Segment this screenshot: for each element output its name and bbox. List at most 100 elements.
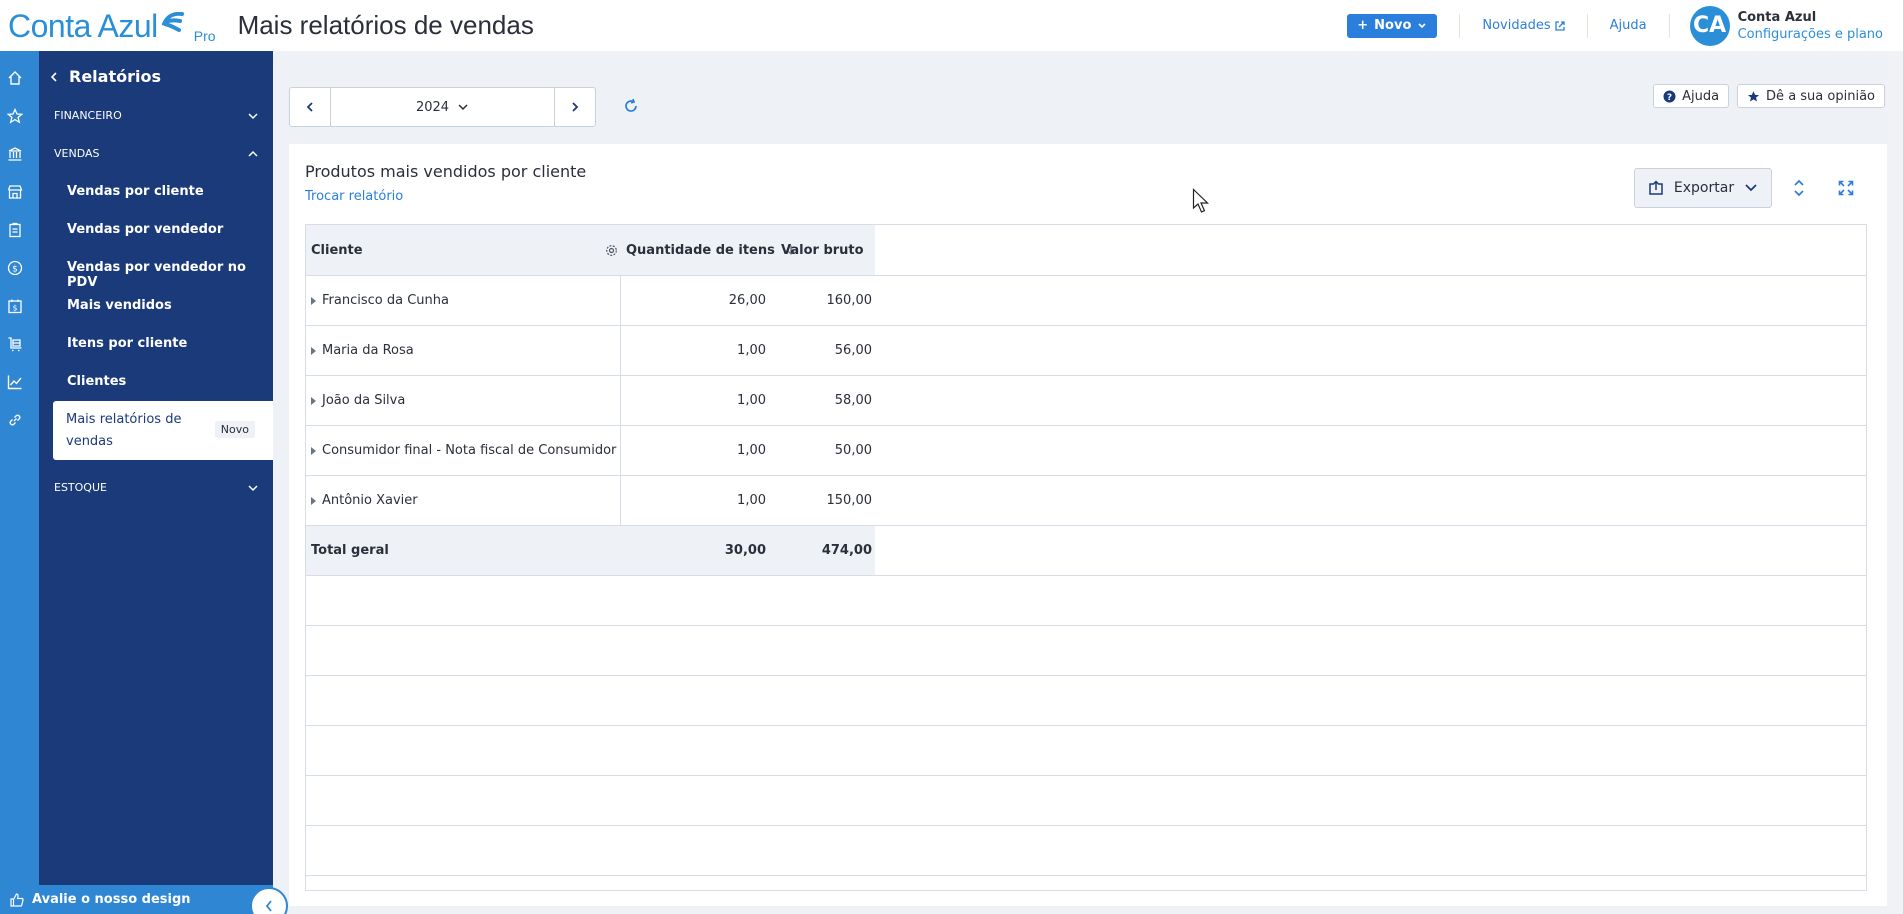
empty-row	[306, 825, 1866, 875]
section-vendas-label: VENDAS	[54, 147, 100, 160]
client-name: Francisco da Cunha	[322, 293, 449, 308]
menu-item-itens-por-cliente[interactable]: Itens por cliente	[67, 336, 187, 351]
column-settings-icon[interactable]	[605, 225, 618, 275]
bank-icon[interactable]	[6, 145, 24, 163]
user-name: Conta Azul	[1737, 9, 1817, 25]
section-vendas[interactable]: VENDAS	[54, 147, 259, 160]
column-header-gross[interactable]: Valor bruto	[781, 225, 864, 275]
help-button[interactable]: ? Ajuda	[1653, 84, 1730, 108]
new-button[interactable]: + Novo	[1347, 13, 1438, 38]
star-icon[interactable]	[6, 107, 24, 125]
expand-row-icon[interactable]	[311, 396, 316, 405]
chevron-down-icon	[248, 112, 258, 119]
clipboard-icon[interactable]	[6, 221, 24, 239]
plus-icon: +	[1357, 18, 1369, 33]
home-icon[interactable]	[6, 69, 24, 87]
empty-row	[306, 675, 1866, 725]
chevron-left-icon	[265, 900, 272, 912]
client-name: Consumidor final - Nota fiscal de Consum…	[322, 443, 617, 458]
section-estoque[interactable]: ESTOQUE	[54, 481, 259, 494]
menu-item-vendas-por-vendedor[interactable]: Vendas por vendedor	[67, 222, 223, 237]
chevron-right-icon	[572, 102, 579, 112]
fullscreen-button[interactable]	[1836, 178, 1856, 198]
previous-period-button[interactable]	[290, 88, 330, 126]
menu-item-vendas-por-cliente[interactable]: Vendas por cliente	[67, 184, 204, 199]
help-link-label: Ajuda	[1609, 18, 1647, 33]
user-settings-link[interactable]: Configurações e plano	[1738, 27, 1883, 42]
rate-design-button[interactable]: Avalie o nosso design	[0, 885, 273, 914]
link-icon[interactable]	[6, 411, 24, 429]
chevron-down-icon	[1418, 22, 1426, 28]
feedback-button[interactable]: Dê a sua opinião	[1737, 84, 1885, 108]
menu-item-mais-relatorios-de-vendas[interactable]: Mais relatórios de vendas Novo	[53, 401, 273, 460]
back-to-reports[interactable]: Relatórios	[49, 67, 161, 86]
help-link[interactable]: Ajuda	[1610, 18, 1647, 33]
feedback-button-label: Dê a sua opinião	[1766, 88, 1875, 104]
menu-item-clientes[interactable]: Clientes	[67, 374, 126, 389]
avatar[interactable]: CA	[1689, 5, 1730, 46]
inventory-icon[interactable]	[6, 335, 24, 353]
export-button[interactable]: Exportar	[1634, 168, 1772, 208]
page-scrollbar[interactable]	[1887, 51, 1903, 914]
expand-row-icon[interactable]	[311, 296, 316, 305]
expand-rows-button[interactable]	[1789, 178, 1809, 198]
quantity-cell: 26,00	[728, 293, 766, 308]
divider	[1668, 13, 1670, 38]
chevron-down-icon	[1745, 184, 1757, 192]
store-icon[interactable]	[6, 183, 24, 201]
rate-design-label: Avalie o nosso design	[32, 892, 191, 907]
quantity-header-label: Quantidade de itens	[626, 242, 775, 258]
table-row[interactable]: Francisco da Cunha 26,00 160,00	[306, 275, 1866, 325]
total-row: Total geral 30,00 474,00	[306, 525, 1866, 575]
external-link-icon	[1554, 20, 1565, 31]
report-title: Produtos mais vendidos por cliente	[305, 162, 587, 181]
expand-vertical-icon	[1794, 179, 1804, 197]
period-dropdown[interactable]: 2024	[330, 88, 555, 126]
new-button-label: Novo	[1374, 18, 1412, 33]
table-row[interactable]: Maria da Rosa 1,00 56,00	[306, 325, 1866, 375]
table-row[interactable]: Antônio Xavier 1,00 150,00	[306, 475, 1866, 525]
section-financeiro-label: FINANCEIRO	[54, 109, 122, 122]
expand-row-icon[interactable]	[311, 496, 316, 505]
chevron-down-icon	[458, 104, 468, 111]
collapse-sidebar-button[interactable]	[250, 887, 288, 914]
refresh-button[interactable]	[622, 97, 640, 119]
back-label: Relatórios	[69, 67, 161, 86]
user-menu[interactable]: Conta Azul Configurações e plano	[1738, 10, 1883, 42]
icon-rail: $ $	[0, 51, 39, 914]
news-link[interactable]: Novidades	[1482, 18, 1565, 33]
column-header-client[interactable]: Cliente	[311, 225, 363, 275]
menu-item-mais-vendidos[interactable]: Mais vendidos	[67, 298, 172, 313]
help-button-label: Ajuda	[1682, 88, 1720, 104]
expand-row-icon[interactable]	[311, 346, 316, 355]
gross-cell: 50,00	[834, 443, 872, 458]
top-header: Conta Azul Pro Mais relatórios de vendas…	[0, 0, 1903, 51]
refresh-icon	[625, 98, 637, 112]
page-actions: ? Ajuda Dê a sua opinião	[1653, 84, 1885, 108]
column-divider	[620, 275, 621, 525]
next-period-button[interactable]	[555, 88, 595, 126]
empty-row	[306, 625, 1866, 675]
side-menu: Relatórios FINANCEIRO VENDAS Vendas por …	[39, 51, 273, 914]
svg-text:?: ?	[1667, 93, 1672, 103]
client-name: Maria da Rosa	[322, 343, 414, 358]
gross-cell: 150,00	[826, 493, 873, 508]
chart-icon[interactable]	[0, 364, 39, 400]
expand-row-icon[interactable]	[311, 446, 316, 455]
calendar-dollar-icon[interactable]: $	[6, 297, 24, 315]
logo[interactable]: Conta Azul Pro	[8, 6, 216, 46]
table-row[interactable]: João da Silva 1,00 58,00	[306, 375, 1866, 425]
section-financeiro[interactable]: FINANCEIRO	[54, 109, 259, 122]
empty-row	[306, 875, 1866, 890]
svg-text:$: $	[13, 304, 18, 313]
divider	[1459, 13, 1461, 38]
dollar-circle-icon[interactable]: $	[6, 259, 24, 277]
period-value: 2024	[415, 99, 450, 115]
table-row[interactable]: Consumidor final - Nota fiscal de Consum…	[306, 425, 1866, 475]
total-gross: 474,00	[821, 543, 872, 558]
column-header-quantity[interactable]: Quantidade de itens	[626, 225, 797, 275]
menu-item-vendas-por-vendedor-pdv[interactable]: Vendas por vendedor no PDV	[67, 260, 273, 290]
quantity-cell: 1,00	[737, 443, 766, 458]
client-name: João da Silva	[322, 393, 406, 408]
switch-report-link[interactable]: Trocar relatório	[305, 189, 403, 204]
